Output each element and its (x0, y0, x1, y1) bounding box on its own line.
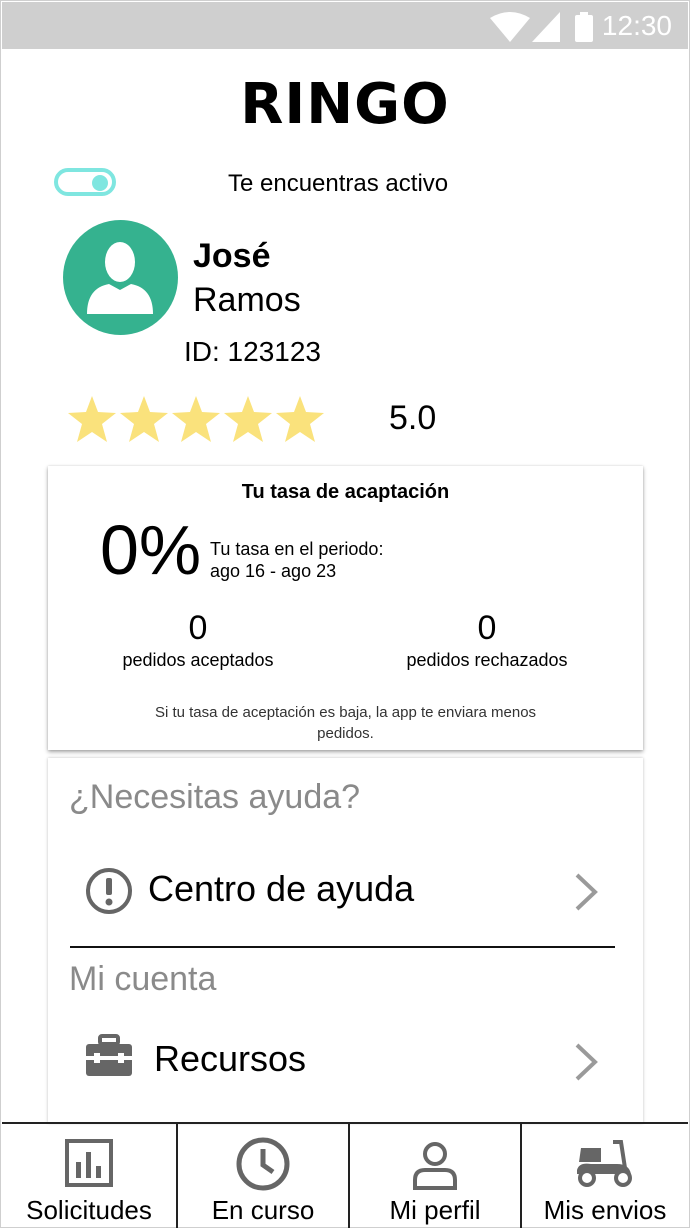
battery-icon (575, 12, 593, 42)
clock-icon (236, 1137, 290, 1191)
accepted-count: 0 (188, 609, 208, 647)
account-heading: Mi cuenta (69, 960, 217, 998)
star-icon (68, 396, 116, 442)
resources-label: Recursos (154, 1038, 307, 1079)
star-icon (172, 396, 220, 442)
help-account-card: ¿Necesitas ayuda? Centro de ayuda Mi cue… (48, 758, 643, 1123)
rejected-orders-stat: 0 pedidos rechazados (387, 609, 587, 671)
clock-time: 12:30 (601, 10, 672, 41)
app-logo: RINGO (240, 72, 450, 137)
avatar[interactable] (63, 220, 178, 335)
person-icon (413, 1142, 457, 1190)
profile-last-name: Ramos (193, 281, 301, 319)
section-divider (70, 946, 615, 948)
acceptance-note: Si tu tasa de aceptación es baja, la app… (154, 704, 537, 742)
toggle-knob (92, 175, 108, 191)
profile-first-name: José (193, 237, 271, 275)
chevron-right-icon (575, 1043, 598, 1081)
star-icon (224, 396, 272, 442)
tab-en-curso-label: En curso (211, 1195, 315, 1225)
period-label: Tu tasa en el periodo: (210, 539, 384, 559)
bottom-tab-bar: Solicitudes En curso Mi perfil Mis envio… (2, 1122, 688, 1228)
tab-en-curso[interactable]: En curso (178, 1124, 350, 1228)
profile-id: ID: 123123 (184, 336, 321, 367)
wifi-icon (490, 12, 530, 42)
tab-mis-envios-label: Mis envios (543, 1195, 667, 1225)
acceptance-title: Tu tasa de acaptación (241, 481, 450, 503)
rating-value: 5.0 (389, 399, 437, 437)
tab-solicitudes-label: Solicitudes (26, 1195, 152, 1225)
bar-chart-icon (65, 1139, 113, 1187)
user-silhouette-icon (87, 242, 153, 314)
toolbox-icon (86, 1034, 132, 1076)
tab-solicitudes[interactable]: Solicitudes (2, 1124, 178, 1228)
rejected-count: 0 (477, 609, 497, 647)
tab-mi-perfil-label: Mi perfil (389, 1195, 481, 1225)
tab-mi-perfil[interactable]: Mi perfil (350, 1124, 522, 1228)
availability-toggle[interactable] (54, 168, 116, 196)
availability-status-text: Te encuentras activo (228, 170, 449, 197)
tab-mis-envios[interactable]: Mis envios (522, 1124, 688, 1228)
help-center-label: Centro de ayuda (148, 868, 415, 909)
star-icon (120, 396, 168, 442)
alert-circle-icon (86, 868, 132, 914)
chevron-right-icon (575, 873, 598, 911)
acceptance-rate-card: Tu tasa de acaptación 0% Tu tasa en el p… (48, 466, 643, 750)
help-center-row[interactable]: Centro de ayuda (48, 860, 643, 920)
scooter-icon (577, 1140, 632, 1187)
star-icon (276, 396, 324, 442)
rejected-label: pedidos rechazados (406, 650, 568, 670)
status-bar: 12:30 (2, 2, 688, 49)
rating-stars (67, 395, 327, 445)
accepted-orders-stat: 0 pedidos aceptados (108, 609, 288, 671)
help-heading: ¿Necesitas ayuda? (69, 778, 361, 816)
period-range: ago 16 - ago 23 (210, 561, 337, 581)
acceptance-rate: 0% (100, 511, 202, 589)
signal-icon (532, 12, 560, 42)
resources-row[interactable]: Recursos (48, 1030, 643, 1090)
accepted-label: pedidos aceptados (122, 650, 274, 670)
